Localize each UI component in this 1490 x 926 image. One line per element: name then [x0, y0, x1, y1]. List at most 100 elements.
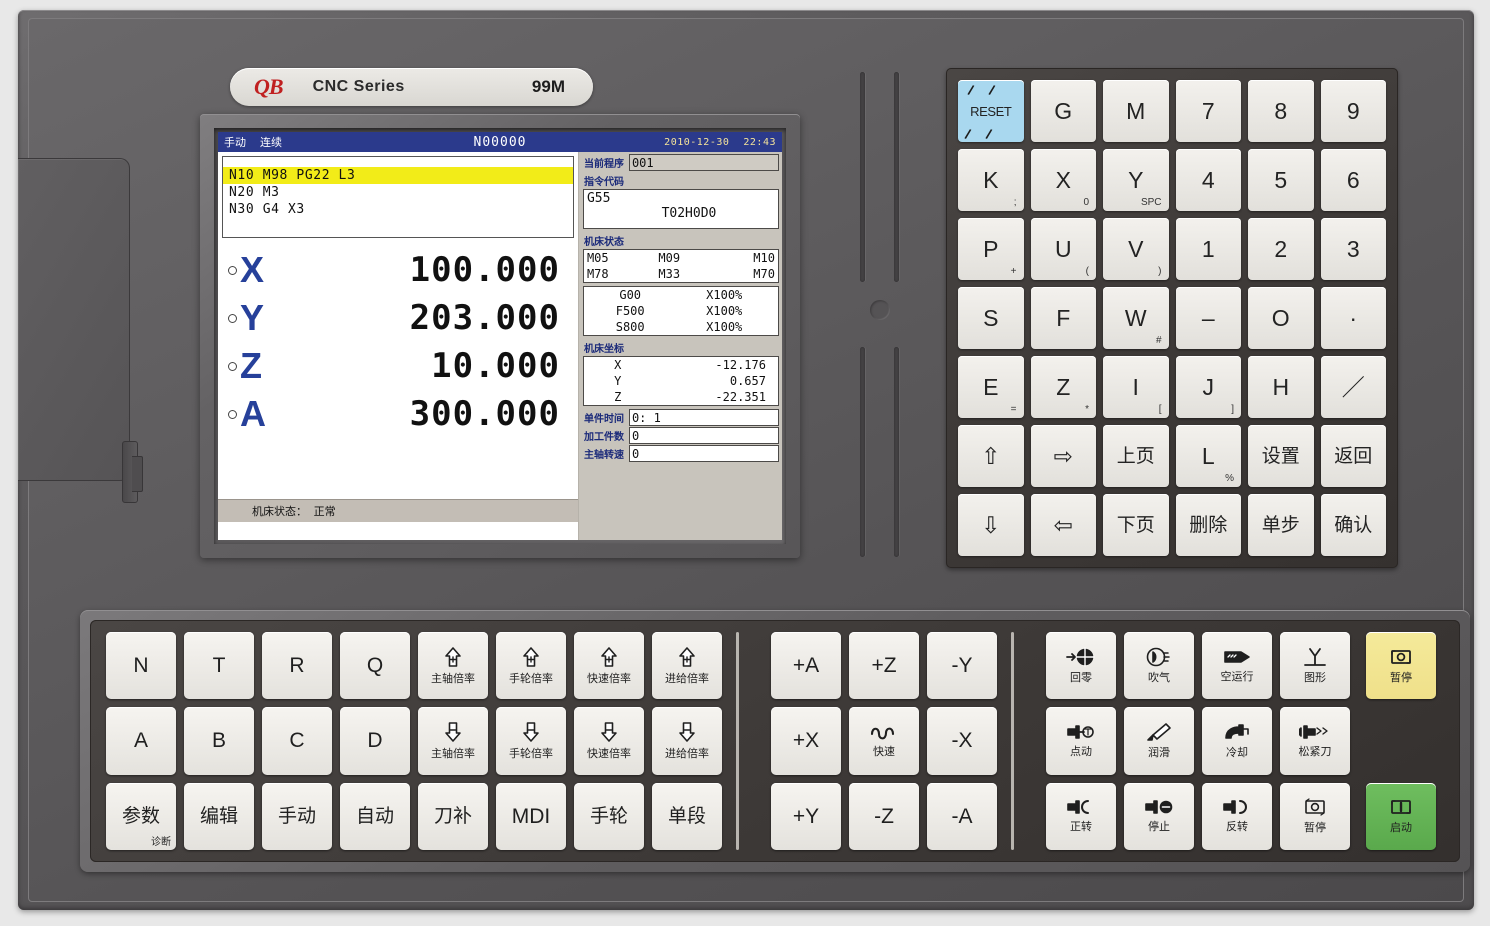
parameter-key[interactable]: 参数 诊断	[106, 782, 176, 850]
single-step-key[interactable]: 单步	[1248, 494, 1314, 556]
arrow-left-key[interactable]: ⇦	[1030, 494, 1096, 556]
confirm-key[interactable]: 确认	[1320, 494, 1386, 556]
m-key[interactable]: M	[1103, 80, 1169, 142]
tool-comp-key[interactable]: 刀补	[418, 782, 488, 850]
arrow-down-key[interactable]: ⇩	[958, 494, 1024, 556]
rapid-override-up-key[interactable]: 快速倍率	[574, 632, 644, 700]
num-4-key[interactable]: 4	[1175, 149, 1241, 211]
jog-a-minus-key[interactable]: -A	[927, 782, 997, 850]
k-key[interactable]: K;	[958, 149, 1024, 211]
spindle-pause-key[interactable]: 暂停	[1280, 782, 1350, 850]
program-line[interactable]: N10 M98 PG22 L3	[223, 167, 573, 184]
y-key[interactable]: Y SPC	[1103, 149, 1169, 211]
arrow-up-plus-icon	[520, 646, 542, 668]
s-key[interactable]: S	[958, 287, 1024, 349]
auto-key[interactable]: 自动	[340, 782, 410, 850]
feed-override-down-key[interactable]: 进给倍率	[652, 707, 722, 775]
l-key[interactable]: L%	[1175, 425, 1241, 487]
z-key[interactable]: Z *	[1030, 356, 1096, 418]
num-0-key[interactable]: O	[1248, 287, 1314, 349]
m-code: M10	[753, 251, 775, 265]
handwheel-override-up-key[interactable]: 手轮倍率	[496, 632, 566, 700]
i-key[interactable]: I[	[1103, 356, 1169, 418]
mdi-key[interactable]: MDI	[496, 782, 566, 850]
j-key[interactable]: J]	[1175, 356, 1241, 418]
rapid-key[interactable]: 快速	[849, 707, 919, 775]
side-access-door[interactable]	[18, 158, 143, 503]
a-key[interactable]: A	[106, 707, 176, 775]
jog-y-minus-key[interactable]: -Y	[927, 632, 997, 700]
page-up-key[interactable]: 上页	[1103, 425, 1169, 487]
num-6-key[interactable]: 6	[1320, 149, 1386, 211]
lcd-right-pane: 当前程序 001 指令代码 G55 T02H0D0 机床状态 M05 M09 M10…	[578, 152, 782, 540]
v-key[interactable]: V)	[1103, 218, 1169, 280]
num-7-key[interactable]: 7	[1175, 80, 1241, 142]
e-key[interactable]: E =	[958, 356, 1024, 418]
jog-y-plus-key[interactable]: +Y	[771, 782, 841, 850]
spindle-forward-key[interactable]: 正转	[1046, 782, 1116, 850]
c-key[interactable]: C	[262, 707, 332, 775]
x-key[interactable]: X0	[1030, 149, 1096, 211]
p-key[interactable]: P +	[958, 218, 1024, 280]
key-label: 快速倍率	[587, 671, 631, 685]
manual-key[interactable]: 手动	[262, 782, 332, 850]
w-key[interactable]: W #	[1103, 287, 1169, 349]
single-block-key[interactable]: 单段	[652, 782, 722, 850]
slash-key[interactable]: ／	[1320, 356, 1386, 418]
side-door-latch[interactable]	[122, 441, 143, 503]
num-8-key[interactable]: 8	[1248, 80, 1314, 142]
num-3-key[interactable]: 3	[1320, 218, 1386, 280]
handwheel-key[interactable]: 手轮	[574, 782, 644, 850]
delete-key[interactable]: 删除	[1175, 494, 1241, 556]
spindle-override-down-key[interactable]: 主轴倍率	[418, 707, 488, 775]
num-9-key[interactable]: 9	[1320, 80, 1386, 142]
handwheel-override-down-key[interactable]: 手轮倍率	[496, 707, 566, 775]
arrow-right-key[interactable]: ⇨	[1030, 425, 1096, 487]
spindle-override-up-key[interactable]: 主轴倍率	[418, 632, 488, 700]
reset-key[interactable]: / / / / RESET	[958, 80, 1024, 142]
program-line[interactable]: N30 G4 X3	[223, 201, 573, 218]
air-blow-key[interactable]: 吹气	[1124, 632, 1194, 700]
return-key[interactable]: 返回	[1320, 425, 1386, 487]
feed-hold-key[interactable]: 暂停	[1366, 632, 1436, 700]
tool-clamp-key[interactable]: 松紧刀	[1280, 707, 1350, 775]
spindle-stop-key[interactable]: 停止	[1124, 782, 1194, 850]
spindle-reverse-key[interactable]: 反转	[1202, 782, 1272, 850]
feed-override-up-key[interactable]: 进给倍率	[652, 632, 722, 700]
num-2-key[interactable]: 2	[1248, 218, 1314, 280]
jog-key[interactable]: 点动	[1046, 707, 1116, 775]
jog-a-plus-key[interactable]: +A	[771, 632, 841, 700]
program-list[interactable]: N10 M98 PG22 L3 N20 M3 N30 G4 X3	[222, 156, 574, 238]
key-label: 手轮	[589, 804, 628, 827]
graphics-key[interactable]: 图形	[1280, 632, 1350, 700]
g-key[interactable]: G	[1030, 80, 1096, 142]
r-key[interactable]: R	[262, 632, 332, 700]
minus-key[interactable]: –	[1175, 287, 1241, 349]
f-key[interactable]: F	[1030, 287, 1096, 349]
lubrication-key[interactable]: 润滑	[1124, 707, 1194, 775]
jog-x-minus-key[interactable]: -X	[927, 707, 997, 775]
settings-key[interactable]: 设置	[1248, 425, 1314, 487]
program-line[interactable]: N20 M3	[223, 184, 573, 201]
u-key[interactable]: U(	[1030, 218, 1096, 280]
dry-run-key[interactable]: 空运行	[1202, 632, 1272, 700]
jog-z-minus-key[interactable]: -Z	[849, 782, 919, 850]
jog-z-plus-key[interactable]: +Z	[849, 632, 919, 700]
h-key[interactable]: H	[1248, 356, 1314, 418]
page-down-key[interactable]: 下页	[1103, 494, 1169, 556]
b-key[interactable]: B	[184, 707, 254, 775]
rapid-override-down-key[interactable]: 快速倍率	[574, 707, 644, 775]
arrow-up-key[interactable]: ⇧	[958, 425, 1024, 487]
coolant-key[interactable]: 冷却	[1202, 707, 1272, 775]
q-key[interactable]: Q	[340, 632, 410, 700]
num-1-key[interactable]: 1	[1175, 218, 1241, 280]
num-5-key[interactable]: 5	[1248, 149, 1314, 211]
cycle-start-key[interactable]: 启动	[1366, 782, 1436, 850]
edit-key[interactable]: 编辑	[184, 782, 254, 850]
d-key[interactable]: D	[340, 707, 410, 775]
n-key[interactable]: N	[106, 632, 176, 700]
decimal-point-key[interactable]: ·	[1320, 287, 1386, 349]
return-zero-key[interactable]: 回零	[1046, 632, 1116, 700]
jog-x-plus-key[interactable]: +X	[771, 707, 841, 775]
t-key[interactable]: T	[184, 632, 254, 700]
